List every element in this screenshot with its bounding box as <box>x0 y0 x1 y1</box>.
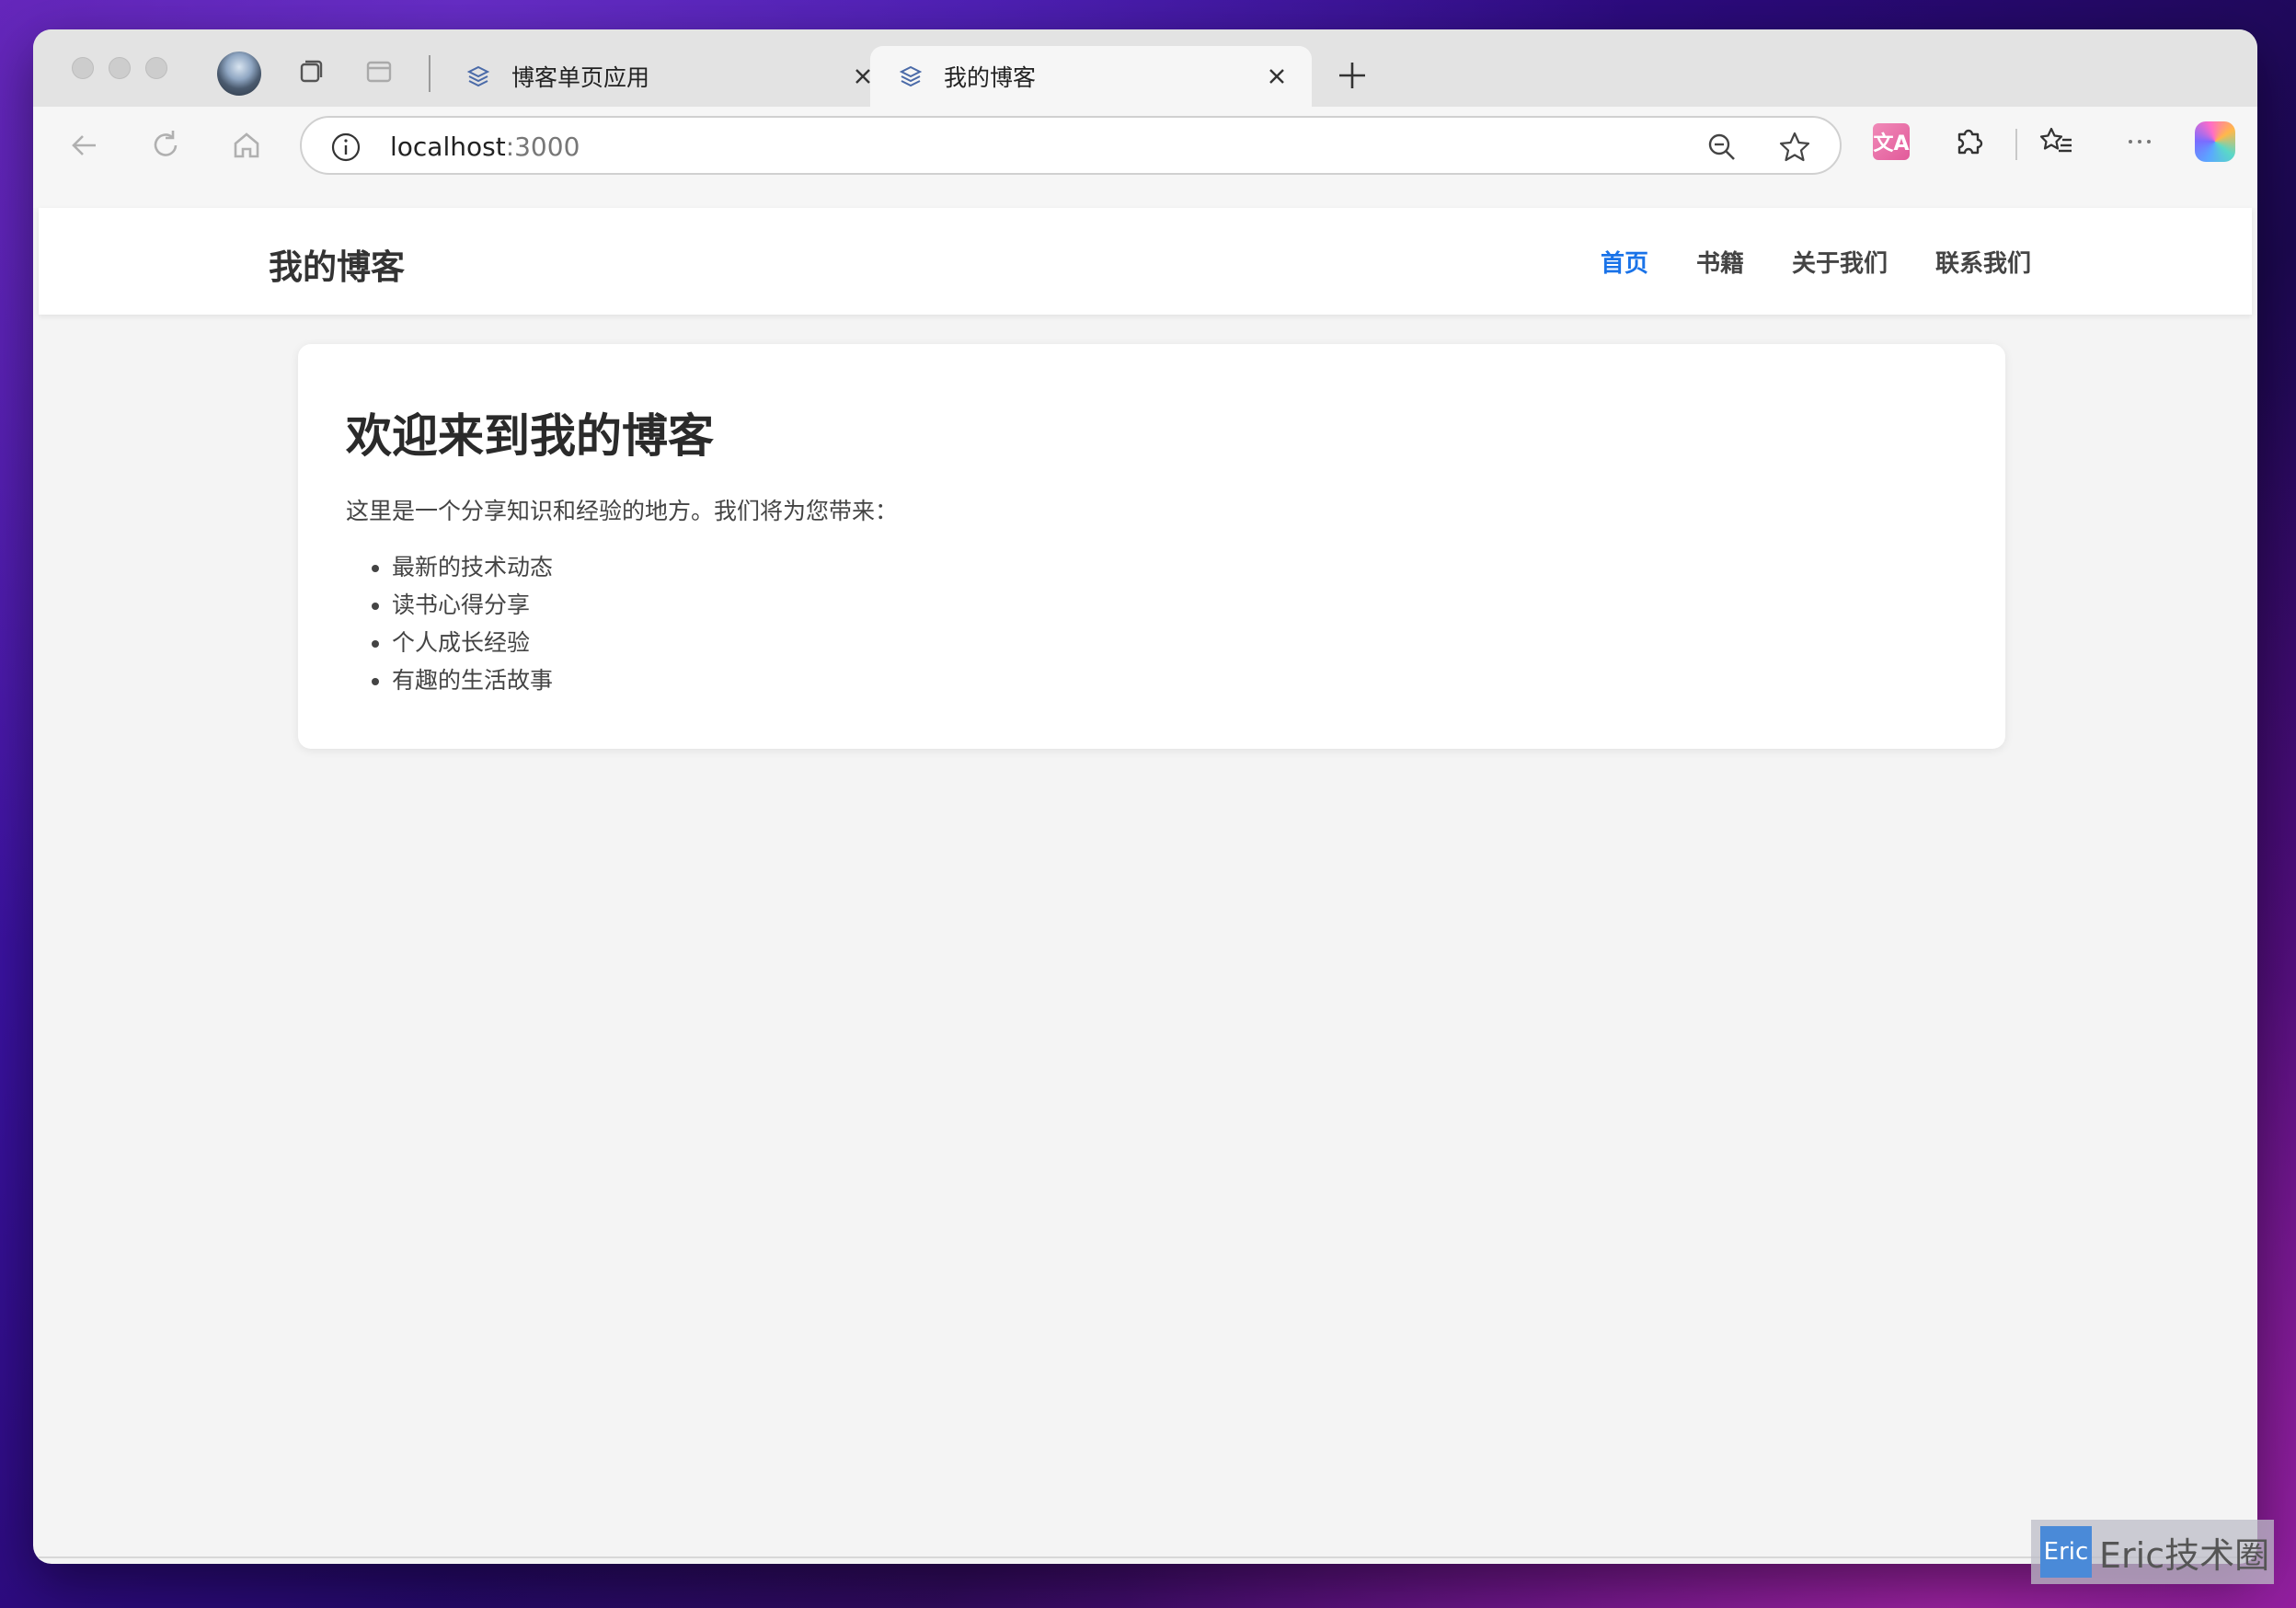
window-bottom-border <box>39 1556 2252 1558</box>
minimize-window-button[interactable] <box>109 57 131 79</box>
list-item: 有趣的生活故事 <box>392 661 553 699</box>
nav-home[interactable]: 首页 <box>1601 245 1648 279</box>
url-port: :3000 <box>505 132 580 162</box>
toolbar-divider <box>2015 129 2017 160</box>
intro-text: 这里是一个分享知识和经验的地方。我们将为您带来： <box>346 498 899 524</box>
info-icon[interactable] <box>329 131 362 164</box>
watermark-badge: Eric <box>2040 1526 2092 1578</box>
list-item: 读书心得分享 <box>392 586 553 624</box>
tab-blog-spa[interactable]: 博客单页应用 <box>438 46 898 107</box>
site-header: 我的博客 首页 书籍 关于我们 联系我们 <box>39 208 2252 315</box>
close-window-button[interactable] <box>72 57 94 79</box>
nav-contact[interactable]: 联系我们 <box>1935 245 2031 279</box>
copilot-icon[interactable] <box>2195 121 2235 162</box>
welcome-card: 欢迎来到我的博客 这里是一个分享知识和经验的地方。我们将为您带来： 最新的技术动… <box>298 344 2005 749</box>
url-host: localhost <box>390 132 506 162</box>
new-tab-icon[interactable] <box>1334 57 1371 94</box>
tab-my-blog[interactable]: 我的博客 <box>870 46 1312 107</box>
tab-divider <box>429 55 430 92</box>
site-nav: 首页 书籍 关于我们 联系我们 <box>1601 245 2031 279</box>
site-logo[interactable]: 我的博客 <box>269 239 405 289</box>
nav-about[interactable]: 关于我们 <box>1792 245 1888 279</box>
translate-icon[interactable]: 文A <box>1873 123 1910 160</box>
tab-strip: 博客单页应用 我的博客 <box>33 29 2257 107</box>
browser-toolbar: localhost:3000 文A <box>33 107 2257 208</box>
layers-icon <box>466 65 490 87</box>
browser-window: 博客单页应用 我的博客 localhost:3000 文A 我的博客 首页 书籍… <box>33 29 2257 1564</box>
layers-icon <box>899 65 923 87</box>
home-icon[interactable] <box>228 127 265 164</box>
favorite-star-icon[interactable] <box>1777 130 1812 165</box>
nav-books[interactable]: 书籍 <box>1696 245 1744 279</box>
zoom-out-icon[interactable] <box>1705 131 1739 164</box>
feature-list: 最新的技术动态 读书心得分享 个人成长经验 有趣的生活故事 <box>392 548 553 699</box>
close-icon[interactable] <box>1264 63 1290 89</box>
maximize-window-button[interactable] <box>145 57 167 79</box>
list-item: 个人成长经验 <box>392 624 553 661</box>
address-bar[interactable]: localhost:3000 <box>300 116 1842 175</box>
tab-title: 我的博客 <box>944 64 1037 91</box>
list-item: 最新的技术动态 <box>392 548 553 586</box>
more-options-icon[interactable] <box>2121 123 2158 160</box>
web-page: 我的博客 首页 书籍 关于我们 联系我们 欢迎来到我的博客 这里是一个分享知识和… <box>39 208 2252 1560</box>
collections-icon[interactable] <box>294 55 327 88</box>
watermark-text: Eric技术圈 <box>2099 1534 2270 1576</box>
refresh-icon[interactable] <box>147 127 184 164</box>
extensions-puzzle-icon[interactable] <box>1950 123 1987 160</box>
back-icon[interactable] <box>66 127 103 164</box>
tab-title: 博客单页应用 <box>511 64 650 91</box>
url-text[interactable]: localhost:3000 <box>390 132 580 162</box>
watermark: Eric Eric技术圈 <box>2031 1520 2274 1584</box>
vertical-tabs-icon[interactable] <box>362 55 396 88</box>
page-title: 欢迎来到我的博客 <box>346 409 714 463</box>
profile-avatar[interactable] <box>217 52 261 96</box>
favorites-list-icon[interactable] <box>2038 123 2075 160</box>
